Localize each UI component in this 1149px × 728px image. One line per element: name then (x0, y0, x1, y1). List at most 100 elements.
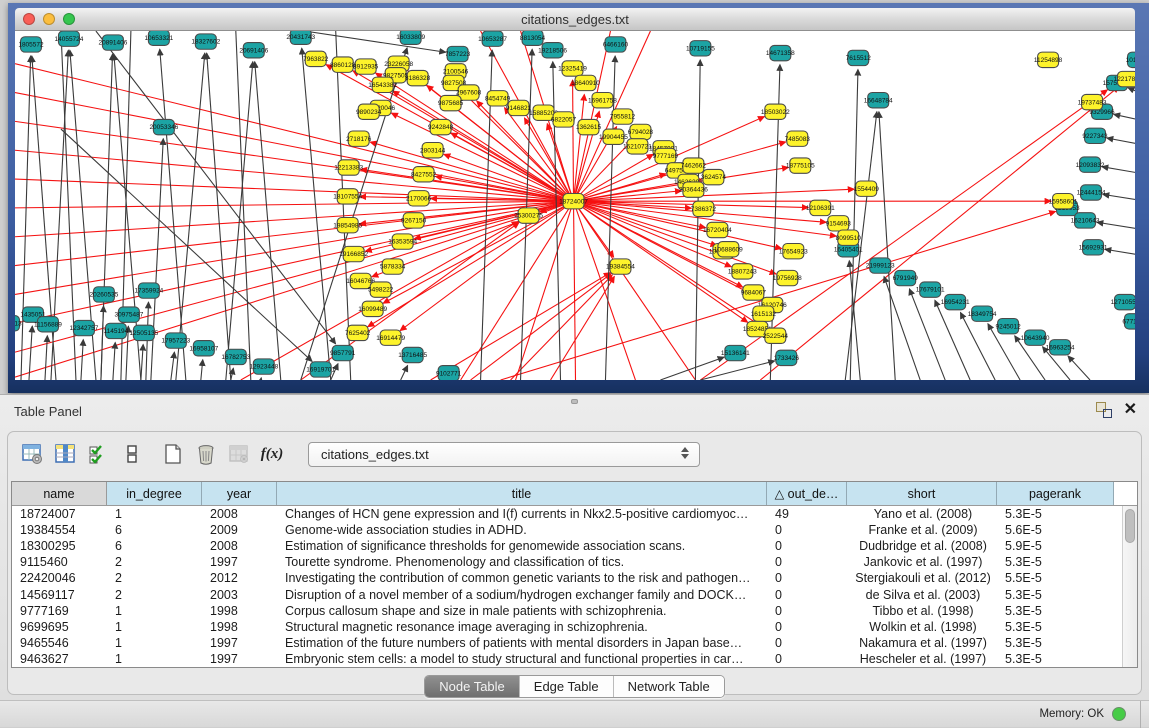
graph-edge[interactable] (574, 201, 696, 380)
row-height-button[interactable] (119, 441, 145, 467)
graph-node[interactable]: 10653287 (478, 31, 507, 46)
graph-node[interactable]: 16543382 (368, 77, 397, 92)
graph-node[interactable]: 12106391 (806, 200, 835, 215)
graph-node[interactable]: 1011254 (1126, 52, 1135, 67)
graph-node[interactable]: 19384554 (606, 259, 635, 274)
table-row[interactable]: 911546021997Tourette syndrome. Phenomeno… (12, 554, 1137, 570)
graph-node[interactable]: 18724007 (559, 193, 588, 208)
graph-node[interactable]: 15692931 (1079, 240, 1108, 255)
graph-node[interactable]: 16033809 (396, 31, 425, 44)
tab-edge-table[interactable]: Edge Table (520, 676, 614, 697)
table-row[interactable]: 1456911722003Disruption of a novel membe… (12, 586, 1137, 602)
column-header-pagerank[interactable]: pagerank (997, 482, 1114, 505)
column-header-out_de[interactable]: △ out_de… (767, 482, 847, 505)
graph-node[interactable]: 10643940 (1021, 330, 1050, 345)
graph-node[interactable]: 18107554 (333, 189, 362, 204)
graph-node[interactable]: 9227343 (1082, 128, 1108, 143)
graph-edge[interactable] (1103, 194, 1135, 201)
graph-edge[interactable] (884, 277, 920, 380)
graph-edge[interactable] (471, 274, 611, 380)
graph-node[interactable]: 18807243 (728, 264, 757, 279)
graph-node[interactable]: 7625402 (345, 325, 371, 340)
graph-node[interactable]: 16958107 (189, 341, 218, 356)
table-row[interactable]: 946554611997Estimation of the future num… (12, 635, 1137, 651)
new-table-button[interactable] (160, 441, 186, 467)
graph-node[interactable]: 14671358 (766, 45, 795, 60)
network-canvas[interactable]: 1872400718055721405572420891406106533211… (15, 31, 1135, 380)
graph-edge[interactable] (61, 129, 312, 361)
graph-node[interactable]: 12342757 (70, 320, 99, 335)
column-header-title[interactable]: title (277, 482, 767, 505)
graph-node[interactable]: 1554409 (854, 181, 880, 196)
graph-node[interactable]: 9890234 (356, 104, 382, 119)
graph-node[interactable]: 16353594 (388, 234, 417, 249)
table-row[interactable]: 1872400712008Changes of HCN gene express… (12, 506, 1137, 522)
graph-node[interactable]: 1615132 (751, 306, 777, 321)
table-row[interactable]: 946362711997Embryonic stem cells: a mode… (12, 651, 1137, 667)
graph-edge[interactable] (511, 275, 613, 380)
graph-edge[interactable] (101, 306, 104, 380)
graph-node[interactable]: 8454749 (485, 91, 511, 106)
table-scrollbar-thumb[interactable] (1125, 509, 1135, 543)
graph-node[interactable]: 10719155 (686, 41, 715, 56)
graph-node[interactable]: 14055724 (55, 31, 84, 46)
graph-edge[interactable] (45, 336, 47, 380)
graph-edge[interactable] (15, 201, 574, 352)
graph-node[interactable]: 19756928 (773, 270, 802, 285)
graph-node[interactable]: 9242848 (428, 119, 454, 134)
column-header-in_degree[interactable]: in_degree (107, 482, 202, 505)
table-row[interactable]: 969969511998Structural magnetic resonanc… (12, 619, 1137, 635)
graph-node[interactable]: 7857223 (445, 46, 471, 61)
table-row[interactable]: 2242004622012Investigating the contribut… (12, 570, 1137, 586)
graph-edge[interactable] (695, 60, 700, 380)
tab-node-table[interactable]: Node Table (425, 676, 520, 697)
graph-edge[interactable] (1068, 356, 1090, 380)
graph-node[interactable]: 16961758 (588, 93, 617, 108)
graph-node[interactable]: 1733426 (774, 350, 800, 365)
graph-node[interactable]: 16782753 (221, 349, 250, 364)
select-rows-button[interactable] (86, 441, 112, 467)
column-header-short[interactable]: short (847, 482, 997, 505)
graph-node[interactable]: 8813054 (520, 31, 546, 45)
graph-node[interactable]: 16648784 (864, 93, 893, 108)
tab-network-table[interactable]: Network Table (614, 676, 724, 697)
graph-node[interactable]: 8912935 (353, 59, 379, 74)
graph-node[interactable]: 19904455 (599, 129, 628, 144)
network-window-titlebar[interactable]: citations_edges.txt (15, 8, 1135, 31)
graph-node[interactable]: 19166852 (339, 246, 368, 261)
graph-node[interactable]: 20431743 (286, 31, 315, 44)
graph-edge[interactable] (1107, 138, 1135, 145)
graph-node[interactable]: 16914479 (376, 330, 405, 345)
graph-node[interactable]: 7615512 (846, 50, 872, 65)
graph-node[interactable]: 11254898 (1034, 52, 1063, 67)
graph-node[interactable]: 12923448 (249, 359, 278, 374)
graph-node[interactable]: 7462662 (681, 158, 707, 173)
graph-edge[interactable] (574, 201, 748, 322)
graph-edge[interactable] (15, 179, 574, 201)
graph-node[interactable]: 20053346 (149, 119, 178, 134)
graph-edge[interactable] (21, 56, 31, 380)
graph-node[interactable]: 20891406 (98, 35, 127, 50)
graph-node[interactable]: 6822057 (551, 112, 577, 127)
table-chooser-select[interactable]: citations_edges.txt (308, 442, 700, 467)
graph-node[interactable]: 5878334 (380, 259, 406, 274)
graph-edge[interactable] (201, 360, 203, 380)
graph-node[interactable]: 19854985 (333, 218, 362, 233)
function-builder-button[interactable]: f(x) (259, 441, 285, 467)
graph-edge[interactable] (401, 365, 408, 380)
graph-node[interactable]: 1805572 (18, 37, 44, 52)
close-panel-icon[interactable]: ✕ (1124, 402, 1137, 418)
graph-node[interactable]: 19218506 (538, 43, 567, 58)
graph-node[interactable]: 21999123 (866, 258, 895, 273)
graph-node[interactable]: 6466160 (603, 37, 629, 52)
graph-node[interactable]: 30975487 (114, 307, 143, 322)
graph-edge[interactable] (574, 189, 855, 201)
graph-node[interactable]: 20260535 (90, 287, 119, 302)
table-row[interactable]: 1938455462009Genome-wide association stu… (12, 522, 1137, 538)
graph-node[interactable]: 8186328 (405, 70, 431, 85)
graph-node[interactable]: 16099489 (358, 301, 387, 316)
table-row[interactable]: 977716911998Corpus callosum shape and si… (12, 603, 1137, 619)
graph-edge[interactable] (96, 31, 336, 344)
graph-node[interactable]: 9875685 (438, 95, 464, 110)
graph-node[interactable]: 10688609 (714, 242, 743, 257)
